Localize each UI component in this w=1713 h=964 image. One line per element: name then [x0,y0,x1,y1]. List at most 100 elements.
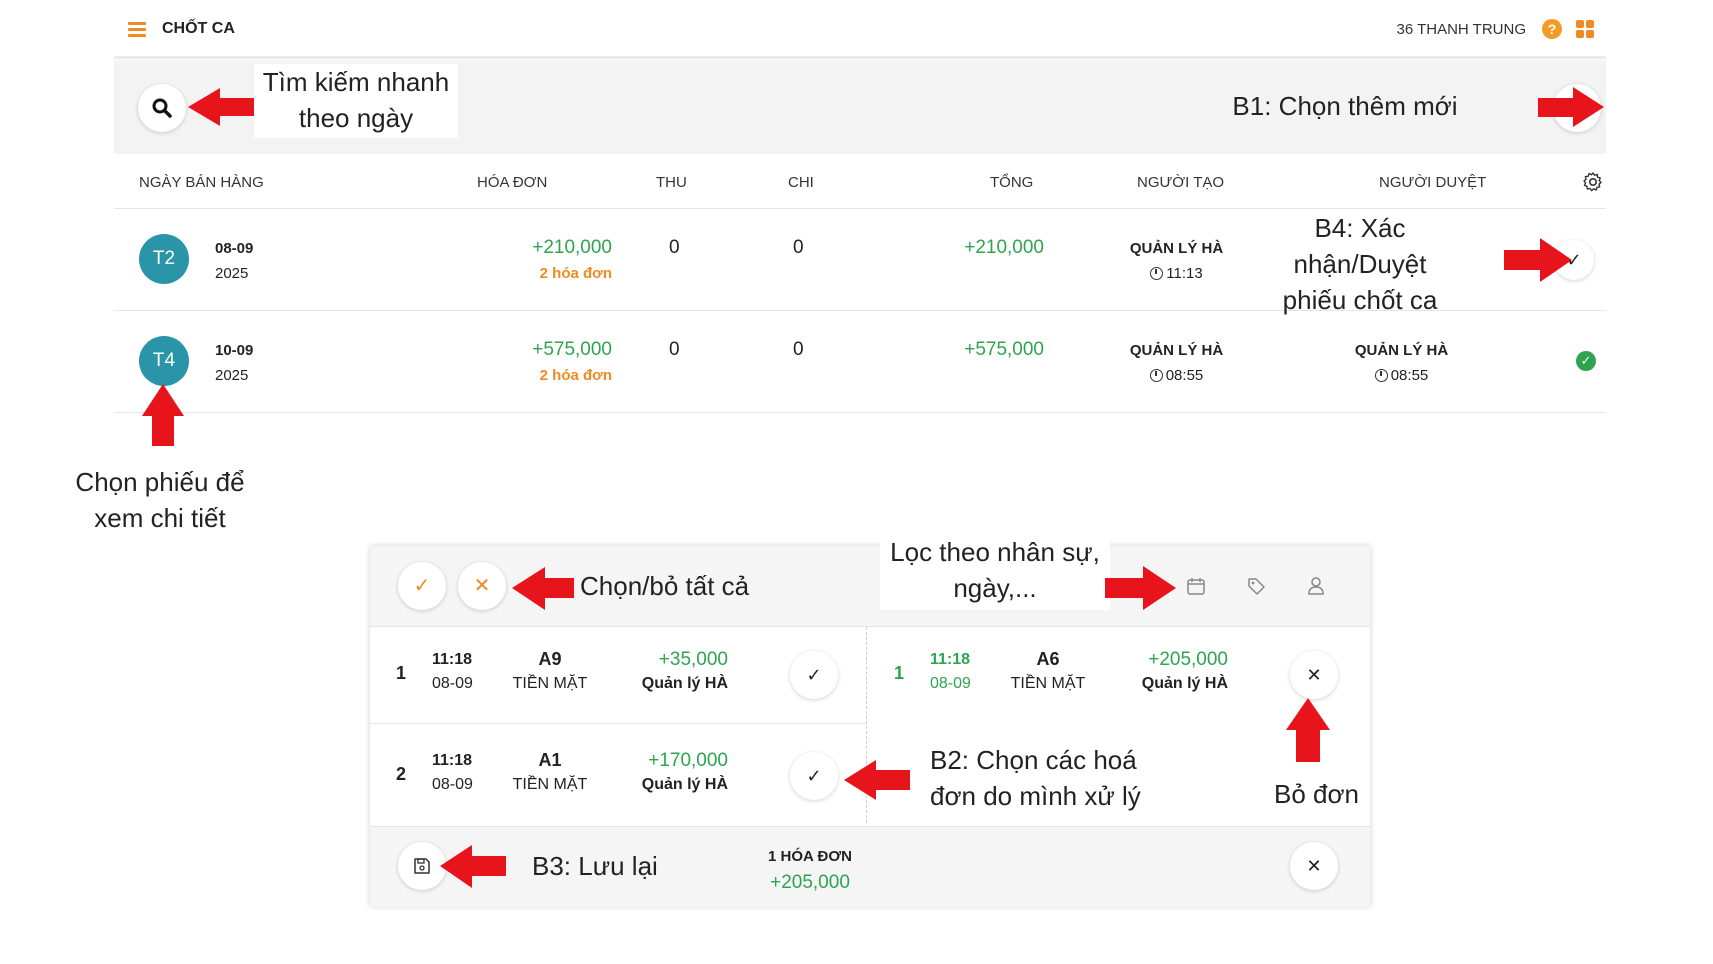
row-created-time: 08:55 [1104,367,1249,384]
invoice-amount: +205,000 [1148,649,1228,670]
clock-icon [1374,369,1388,382]
invoice-code: A1 [538,750,562,770]
row-date: 08-09 [215,240,254,257]
col-total: TỔNG [990,174,1034,191]
settings-gear-icon[interactable] [1582,171,1604,193]
row-year: 2025 [215,367,249,384]
remove-invoice-button[interactable]: ✕ [1290,651,1338,699]
annotation-search-line1: Tìm kiếm nhanh [262,67,450,97]
annotation-save: B3: Lưu lại [532,851,658,881]
weekday-avatar[interactable]: T4 [139,336,189,386]
close-panel-button[interactable]: ✕ [1290,842,1338,890]
created-time: 11:13 [1166,265,1203,282]
col-approver: NGƯỜI DUYỆT [1379,174,1487,191]
close-icon: ✕ [1306,856,1322,876]
row-approver: QUẢN LÝ HÀ [1354,342,1449,359]
row-invoice-count[interactable]: 2 hóa đơn [466,265,612,282]
row-invoice-count[interactable]: 2 hóa đơn [466,367,612,384]
row-amount: +210,000 [532,237,612,258]
annotation-remove: Bỏ đơn [1274,779,1359,809]
row-creator: QUẢN LÝ HÀ [1129,342,1224,359]
invoice-index: 1 [396,663,407,683]
invoice-date: 08-09 [432,776,473,793]
select-invoice-button[interactable]: ✓ [790,752,838,800]
summary-total: +205,000 [770,872,850,893]
annotation-choose-invoices-line2: đơn do mình xử lý [930,781,1141,811]
invoice-time: 11:18 [432,752,473,769]
row-chi: 0 [793,339,804,360]
invoice-staff: Quản lý HÀ [641,675,728,692]
invoice-item[interactable]: 2 11:18 08-09 A1 TIỀN MẶT +170,000 Quản … [370,728,866,824]
invoice-time: 11:18 [432,651,473,668]
row-total: +575,000 [964,339,1044,360]
select-all-button[interactable]: ✓ [398,562,446,610]
approved-check-icon: ✓ [1576,351,1596,371]
calendar-icon[interactable] [1186,576,1206,596]
annotation-filter-line1: Lọc theo nhân sự, [890,537,1100,567]
plus-icon: + [1569,93,1585,123]
panel-footer [370,826,1370,907]
invoice-date: 08-09 [930,675,971,692]
annotation-select-all: Chọn/bỏ tất cả [580,571,750,601]
invoice-method: TIỀN MẶT [1010,675,1086,692]
page-title: CHỐT CA [162,20,235,37]
invoice-code: A9 [538,649,562,669]
annotation-search-line2: theo ngày [298,103,414,133]
annotation-approve-line1: B4: Xác nhận/Duyệt [1293,213,1427,279]
annotation-select-ticket-line2: xem chi tiết [94,503,226,533]
close-icon: ✕ [1306,665,1322,685]
tag-icon[interactable] [1246,576,1266,596]
menu-icon[interactable] [128,22,146,38]
save-button[interactable] [398,842,446,890]
invoice-staff: Quản lý HÀ [1141,675,1228,692]
user-icon[interactable] [1306,576,1326,596]
col-chi: CHI [788,174,814,191]
help-icon[interactable]: ? [1542,19,1562,39]
invoice-method: TIỀN MẶT [512,776,588,793]
apps-grid-icon[interactable] [1576,20,1594,38]
weekday-avatar[interactable]: T2 [139,234,189,284]
invoice-method: TIỀN MẶT [512,675,588,692]
annotation-filter-line2: ngày,... [953,573,1037,603]
annotation-filter: Lọc theo nhân sự, ngày,... [880,534,1110,610]
annotation-choose-invoices-line1: B2: Chọn các hoá [930,745,1137,775]
invoice-time: 11:18 [930,651,971,668]
invoice-item-selected[interactable]: 1 11:18 08-09 A6 TIỀN MẶT +205,000 Quản … [868,627,1370,723]
deselect-all-button[interactable]: ✕ [458,562,506,610]
check-icon: ✓ [413,575,431,597]
top-bar: CHỐT CA 36 THANH TRUNG ? [114,0,1606,59]
save-icon [414,858,430,874]
invoice-code: A6 [1036,649,1060,669]
summary-count: 1 HÓA ĐƠN [768,848,852,865]
close-icon: ✕ [473,575,491,597]
add-button[interactable]: + [1553,84,1601,132]
invoice-date: 08-09 [432,675,473,692]
panel-toolbar [370,546,1370,627]
invoice-index: 1 [894,663,905,683]
annotation-add: B1: Chọn thêm mới [1232,91,1458,121]
row-created-time: 11:13 [1104,265,1249,282]
table-row[interactable]: T2 08-09 2025 +210,000 2 hóa đơn 0 0 +21… [114,210,1606,315]
invoice-selection-panel: ✓ ✕ Chọn/bỏ tất cả Lọc theo nhân sự, ngà… [370,534,1370,907]
row-creator: QUẢN LÝ HÀ [1129,240,1224,257]
row-year: 2025 [215,265,249,282]
row-thu: 0 [669,339,680,360]
col-invoice: HÓA ĐƠN [477,174,548,191]
approve-button[interactable]: ✓ [1554,240,1594,280]
annotation-approve: B4: Xác nhận/Duyệt phiếu chốt ca [1250,210,1470,315]
row-approved-time: 08:55 [1329,367,1474,384]
search-button[interactable] [138,84,186,132]
check-icon: ✓ [806,665,822,685]
select-invoice-button[interactable]: ✓ [790,651,838,699]
created-time: 08:55 [1165,367,1204,384]
annotation-select-ticket: Chọn phiếu để xem chi tiết [60,464,260,536]
row-total: +210,000 [964,237,1044,258]
invoice-staff: Quản lý HÀ [641,776,728,793]
invoice-item[interactable]: 1 11:18 08-09 A9 TIỀN MẶT +35,000 Quản l… [370,627,866,724]
check-icon: ✓ [1566,250,1582,270]
annotation-select-ticket-line1: Chọn phiếu để [75,467,245,497]
column-divider [866,627,867,823]
user-name[interactable]: 36 THANH TRUNG [1397,21,1526,38]
table-row[interactable]: T4 10-09 2025 +575,000 2 hóa đơn 0 0 +57… [114,312,1606,413]
approved-time: 08:55 [1390,367,1429,384]
